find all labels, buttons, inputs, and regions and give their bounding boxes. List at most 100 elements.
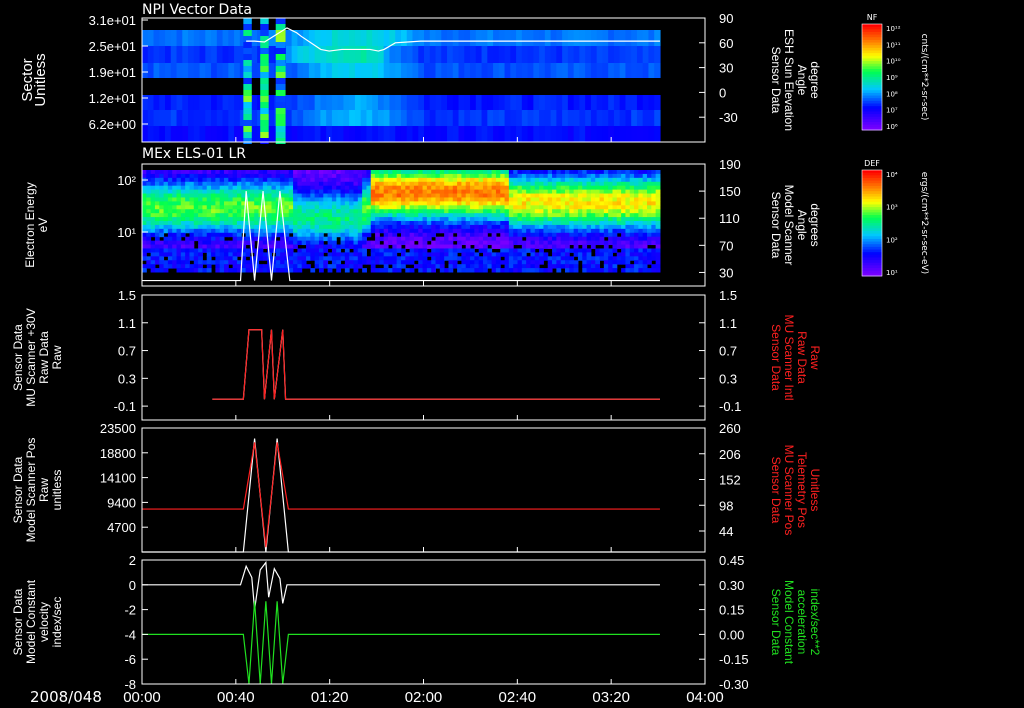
heatmap-cell	[260, 72, 269, 78]
heatmap-cell	[582, 170, 588, 175]
heatmap-cell	[245, 264, 251, 269]
heatmap-cell	[150, 217, 156, 222]
heatmap-cell	[651, 185, 657, 191]
heatmap-cell	[602, 30, 609, 46]
heatmap-cell	[482, 193, 488, 198]
heatmap-cell	[254, 197, 260, 202]
heatmap-cell	[429, 95, 437, 110]
heatmap-cell	[608, 252, 613, 257]
heatmap-cell	[236, 197, 242, 202]
heatmap-cell	[517, 232, 523, 238]
heatmap-cell	[241, 189, 247, 195]
heatmap-cell	[271, 181, 277, 187]
heatmap-cell	[327, 173, 333, 179]
heatmap-cell	[370, 177, 376, 183]
heatmap-cell	[370, 173, 376, 179]
heatmap-cell	[634, 221, 639, 226]
heatmap-cell	[478, 236, 484, 242]
heatmap-cell	[180, 228, 186, 234]
heatmap-cell	[172, 185, 178, 191]
y2-axis-label-line: Sensor Data	[769, 589, 783, 656]
heatmap-cell	[495, 240, 501, 246]
heatmap-cell	[180, 256, 186, 261]
heatmap-cell	[474, 240, 480, 246]
heatmap-cell	[366, 201, 372, 206]
heatmap-cell	[163, 205, 169, 210]
heatmap-cell	[297, 193, 303, 198]
heatmap-cell	[461, 170, 467, 175]
heatmap-cell	[254, 173, 260, 179]
heatmap-cell	[297, 256, 303, 261]
y2-axis-label-line: MU Scanner Pos	[782, 445, 796, 536]
heatmap-cell	[539, 189, 544, 195]
heatmap-cell	[275, 132, 286, 138]
heatmap-cell	[478, 221, 484, 226]
heatmap-cell	[655, 256, 661, 261]
heatmap-cell	[616, 217, 622, 222]
heatmap-cell	[254, 193, 260, 198]
heatmap-cell	[448, 224, 454, 230]
heatmap-cell	[189, 252, 195, 257]
heatmap-cell	[444, 185, 449, 191]
heatmap-cell	[481, 110, 488, 126]
heatmap-cell	[521, 177, 527, 183]
heatmap-cell	[284, 205, 290, 210]
heatmap-cell	[362, 236, 367, 242]
series-line-2	[142, 601, 660, 685]
heatmap-cell	[556, 170, 562, 175]
heatmap-cell	[232, 213, 238, 218]
heatmap-cell	[634, 252, 639, 257]
heatmap-cell	[142, 244, 147, 249]
heatmap-cell	[211, 201, 216, 206]
heatmap-cell	[344, 173, 350, 179]
heatmap-cell	[400, 221, 406, 226]
heatmap-cell	[426, 213, 432, 218]
heatmap-cell	[258, 221, 264, 226]
heatmap-cell	[232, 248, 238, 253]
heatmap-cell	[405, 181, 411, 187]
heatmap-cell	[495, 260, 501, 265]
heatmap-cell	[185, 244, 190, 249]
heatmap-cell	[534, 173, 540, 179]
heatmap-cell	[426, 173, 432, 179]
heatmap-cell	[215, 264, 221, 269]
heatmap-cell	[595, 221, 601, 226]
heatmap-cell	[142, 170, 147, 175]
heatmap-cell	[651, 240, 657, 246]
heatmap-cell	[267, 205, 272, 210]
heatmap-cell	[625, 205, 631, 210]
heatmap-cell	[280, 244, 285, 249]
heatmap-cell	[439, 170, 445, 175]
heatmap-cell	[199, 110, 206, 126]
heatmap-cell	[475, 110, 483, 126]
heatmap-cell	[211, 240, 216, 246]
heatmap-cell	[625, 252, 631, 257]
heatmap-cell	[465, 264, 471, 269]
heatmap-cell	[478, 181, 484, 187]
heatmap-cell	[400, 110, 408, 126]
heatmap-cell	[426, 252, 432, 257]
heatmap-cell	[625, 264, 631, 269]
heatmap-cell	[590, 170, 596, 175]
heatmap-cell	[331, 213, 337, 218]
heatmap-cell	[516, 30, 523, 46]
heatmap-cell	[383, 236, 389, 242]
heatmap-cell	[271, 189, 277, 195]
heatmap-cell	[353, 221, 359, 226]
heatmap-cell	[340, 217, 346, 222]
heatmap-cell	[219, 264, 225, 269]
heatmap-cell	[448, 240, 454, 246]
heatmap-cell	[602, 46, 609, 63]
heatmap-cell	[159, 213, 165, 218]
heatmap-cell	[293, 221, 298, 226]
heatmap-cell	[288, 228, 294, 234]
heatmap-cell	[474, 268, 480, 273]
heatmap-cell	[249, 193, 255, 198]
heatmap-cell	[573, 170, 579, 175]
heatmap-cell	[426, 193, 432, 198]
heatmap-cell	[323, 170, 329, 175]
heatmap-cell	[508, 181, 514, 187]
heatmap-cell	[370, 181, 376, 187]
heatmap-cell	[510, 30, 517, 46]
heatmap-cell	[219, 193, 225, 198]
